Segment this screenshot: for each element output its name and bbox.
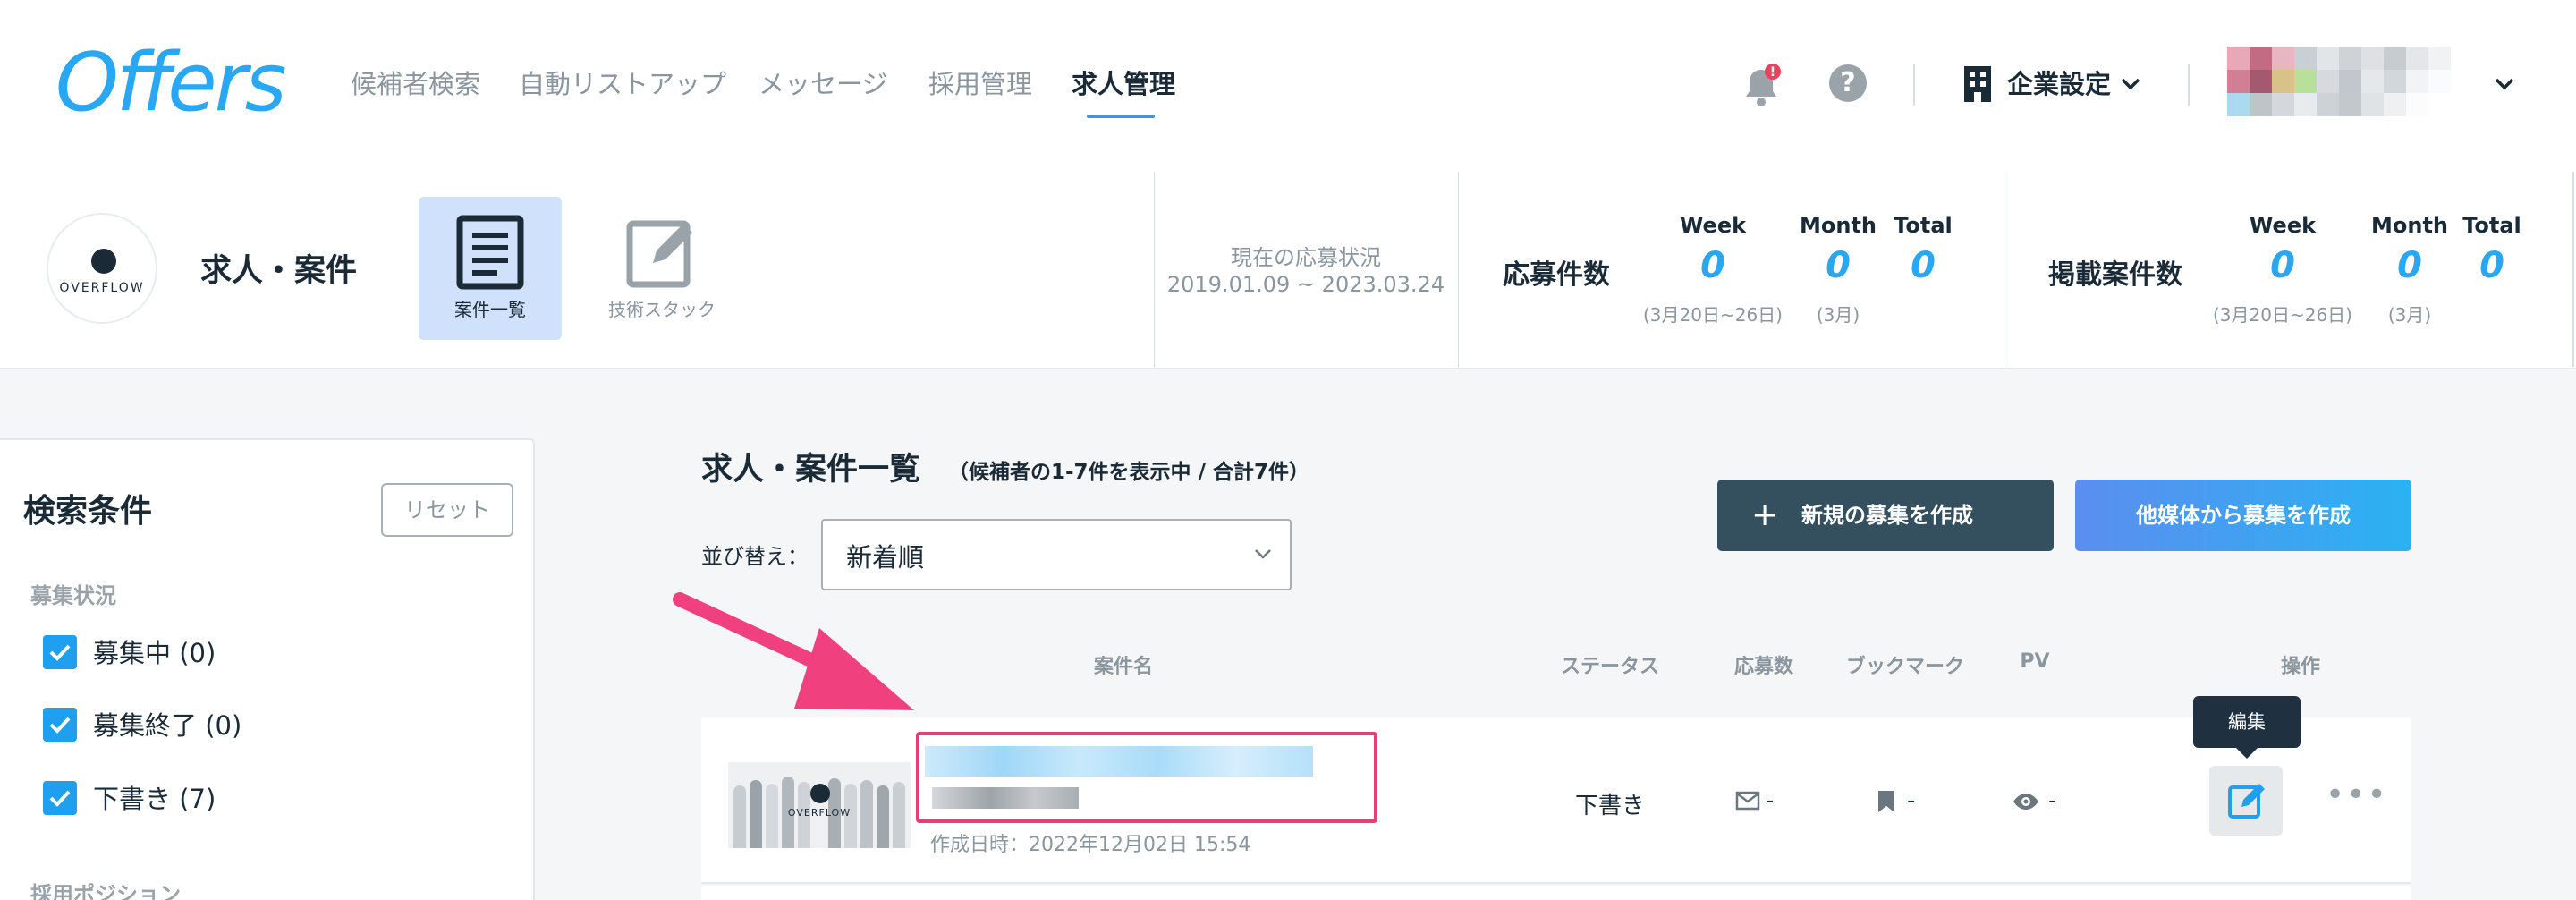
row-applications: -: [1766, 787, 1775, 814]
section-title: 求人・案件: [200, 253, 358, 289]
nav-hiring-management[interactable]: 採用管理: [928, 63, 1032, 106]
applications-week-sub: (3月20日~26日): [1643, 304, 1783, 326]
eye-icon: [2013, 794, 2038, 810]
nav-messages[interactable]: メッセージ: [758, 63, 887, 106]
more-options-icon[interactable]: •••: [2326, 777, 2388, 813]
plus-icon: +: [1751, 497, 1779, 533]
recruitment-status-group: 募集状況: [30, 583, 116, 608]
applications-total-head: Total: [1894, 213, 1953, 238]
listings-week-sub: (3月20日~26日): [2213, 304, 2352, 326]
create-new-posting-button[interactable]: + 新規の募集を作成: [1717, 480, 2054, 551]
applications-week-head: Week: [1679, 213, 1747, 238]
company-logo: OVERFLOW: [47, 213, 157, 324]
job-subtitle-blurred: [932, 787, 1079, 809]
company-settings-label: 企業設定: [2007, 69, 2112, 99]
building-icon: [1964, 66, 1991, 102]
applications-title: 応募件数: [1503, 259, 1610, 291]
column-header-status: ステータス: [1560, 656, 1659, 678]
tab-tech-stack-label[interactable]: 技術スタック: [590, 295, 733, 321]
application-status-label: 現在の応募状況: [1231, 245, 1381, 270]
reset-button[interactable]: リセット: [381, 483, 513, 537]
sort-value: 新着順: [846, 542, 925, 573]
column-header-bookmarks: ブックマーク: [1845, 656, 1964, 678]
table-row-next: [701, 886, 2411, 900]
sort-label: 並び替え：: [701, 544, 809, 569]
applications-month-sub: (3月): [1816, 304, 1860, 326]
account-chevron-down-icon[interactable]: [2494, 75, 2515, 93]
mail-icon: [1735, 791, 1760, 811]
create-new-posting-label: 新規の募集を作成: [1801, 503, 1973, 528]
edit-icon[interactable]: [626, 217, 698, 290]
tab-job-list-label: 案件一覧: [454, 299, 526, 320]
edit-tooltip-tail: [2236, 748, 2258, 759]
bell-icon[interactable]: !: [1737, 63, 1785, 111]
hiring-position-group: 採用ポジション: [30, 882, 181, 900]
check-draft-label: 下書き (7): [93, 784, 216, 814]
listings-total-value: 0: [2479, 245, 2504, 286]
applications-week-value: 0: [1700, 245, 1725, 286]
annotation-arrow: [673, 592, 914, 710]
chevron-down-icon: [1255, 549, 1271, 559]
company-settings-button[interactable]: 企業設定: [2007, 64, 2111, 104]
listings-week-value: 0: [2270, 245, 2295, 286]
job-list-count: （候補者の1-7件を表示中 / 合計7件）: [948, 461, 1309, 484]
help-icon[interactable]: ?: [1829, 64, 1867, 102]
column-header-applications: 応募数: [1733, 656, 1793, 678]
notification-badge: !: [1770, 65, 1775, 80]
search-conditions-title: 検索条件: [23, 493, 153, 530]
job-thumbnail: OVERFLOW: [728, 762, 911, 848]
job-name-highlight[interactable]: [916, 732, 1377, 823]
listings-title: 掲載案件数: [2048, 259, 2182, 291]
column-header-pv: PV: [2020, 650, 2050, 673]
listings-week-head: Week: [2249, 213, 2317, 238]
bookmark-icon: [1878, 791, 1894, 812]
row-status: 下書き: [1574, 793, 1645, 819]
created-at: 作成日時：2022年12月02日 15:54: [930, 834, 1251, 856]
job-name-blurred[interactable]: [925, 746, 1313, 777]
document-list-icon: [456, 215, 524, 290]
checkbox-checked-icon[interactable]: [43, 635, 77, 669]
row-pv: -: [2048, 787, 2057, 814]
applications-total-value: 0: [1911, 245, 1936, 286]
thumbnail-logo-mark: [810, 784, 830, 803]
column-header-name: 案件名: [1093, 656, 1153, 678]
company-logo-text: OVERFLOW: [59, 281, 145, 295]
nav-job-management[interactable]: 求人管理: [1072, 63, 1175, 106]
listings-total-head: Total: [2462, 213, 2521, 238]
check-closed-label: 募集終了 (0): [93, 710, 242, 741]
application-status-range: 2019.01.09 ~ 2023.03.24: [1166, 272, 1445, 297]
header-divider-2: [2188, 64, 2190, 106]
column-header-actions: 操作: [2280, 656, 2320, 678]
thumbnail-logo-text: OVERFLOW: [787, 807, 852, 819]
job-list-title: 求人・案件一覧: [701, 452, 921, 488]
create-from-other-media-button[interactable]: 他媒体から募集を作成: [2075, 480, 2411, 551]
header-divider: [1913, 64, 1915, 106]
band-divider-2: [1458, 172, 1459, 367]
edit-tooltip: 編集: [2193, 696, 2301, 748]
row-bookmarks: -: [1907, 787, 1916, 814]
nav-auto-listup[interactable]: 自動リストアップ: [519, 63, 726, 106]
band-divider-1: [1154, 172, 1155, 367]
user-avatar-blurred[interactable]: [2227, 47, 2451, 118]
chevron-down-icon[interactable]: [2120, 75, 2141, 93]
edit-pencil-icon: [2228, 784, 2265, 819]
nav-active-underline: [1087, 115, 1155, 118]
offers-logo[interactable]: Offers: [55, 34, 286, 132]
company-logo-mark: [91, 249, 116, 274]
nav-candidate-search[interactable]: 候補者検索: [351, 63, 480, 106]
checkbox-checked-icon[interactable]: [43, 781, 77, 815]
listings-month-sub: (3月): [2387, 304, 2432, 326]
checkbox-checked-icon[interactable]: [43, 708, 77, 742]
band-divider-4: [2572, 172, 2574, 367]
edit-button[interactable]: [2209, 766, 2283, 836]
check-recruiting-label: 募集中 (0): [93, 638, 216, 668]
